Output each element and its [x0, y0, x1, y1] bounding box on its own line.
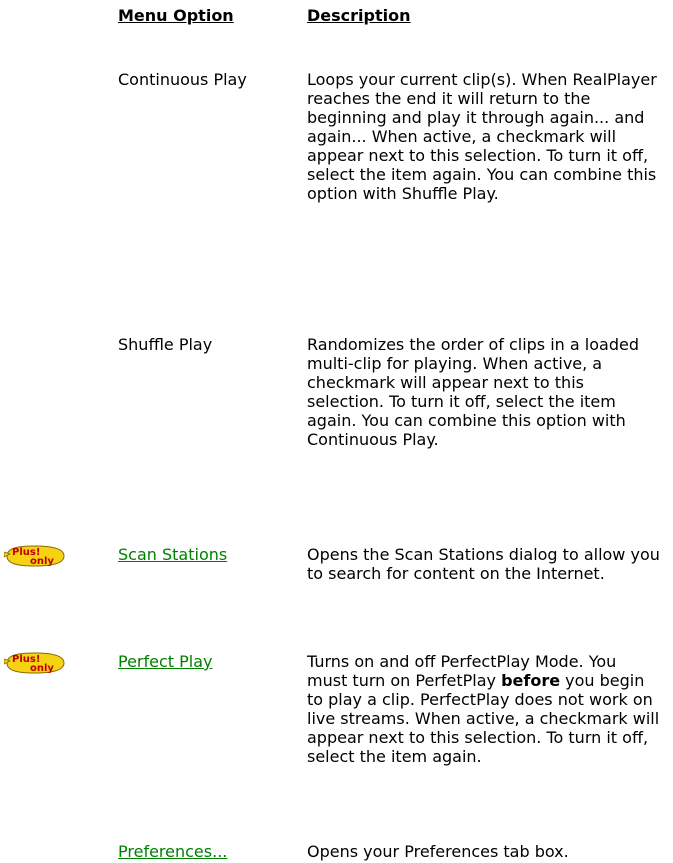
description-continuous-play: Loops your current clip(s). When RealPla… — [307, 70, 657, 203]
description-shuffle-play: Randomizes the order of clips in a loade… — [307, 335, 639, 449]
plus-only-badge-icon: Plus! only — [4, 545, 65, 567]
column-header-description: Description — [307, 6, 411, 25]
description-perfect-play: Turns on and off PerfectPlay Mode. You m… — [307, 652, 660, 766]
menu-option-continuous-play: Continuous Play — [118, 70, 247, 89]
description-scan-stations: Opens the Scan Stations dialog to allow … — [307, 545, 660, 583]
column-header-menu-option: Menu Option — [118, 6, 234, 25]
description-preferences: Opens your Preferences tab box. — [307, 842, 569, 861]
link-preferences[interactable]: Preferences... — [118, 842, 298, 861]
link-perfect-play[interactable]: Perfect Play — [118, 652, 298, 671]
link-scan-stations[interactable]: Scan Stations — [118, 545, 298, 564]
help-page: Menu Option Description Continuous Play … — [0, 0, 673, 863]
svg-text:only: only — [30, 556, 54, 567]
plus-only-badge-icon: Plus! only — [4, 652, 65, 674]
svg-text:only: only — [30, 663, 54, 674]
menu-option-shuffle-play: Shuffle Play — [118, 335, 213, 354]
emphasis-before: before — [501, 671, 561, 690]
